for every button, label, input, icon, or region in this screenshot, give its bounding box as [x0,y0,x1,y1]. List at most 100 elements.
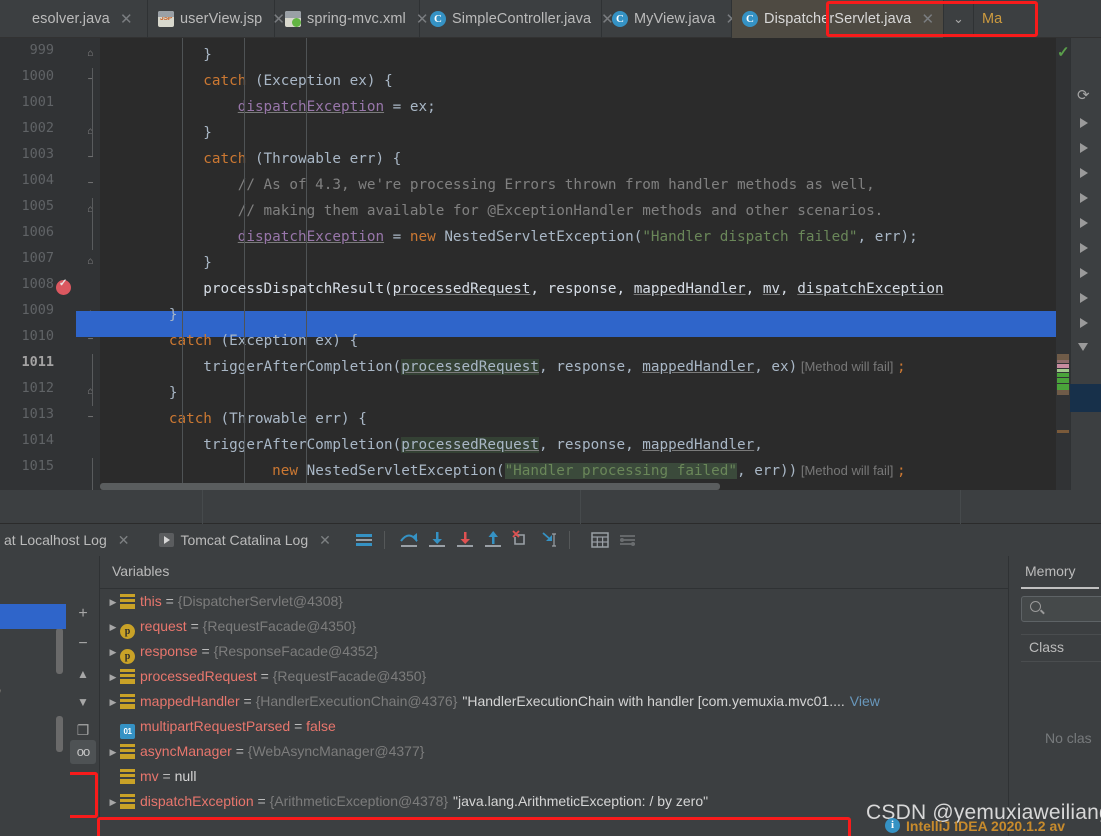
frame-list-item[interactable]: let (org.s [0,629,66,654]
watches-toggle-button[interactable]: oo [70,740,96,764]
code-fold-marker[interactable]: − [85,413,96,424]
evaluate-expression[interactable] [587,528,613,552]
code-text-area[interactable]: } catch (Exception ex) { dispatchExcepti… [100,38,1060,490]
frame-list-item[interactable]: (org.spri [0,729,66,754]
expand-arrow-icon[interactable]: ▶ [106,690,120,715]
move-down-button[interactable]: ▼ [71,690,95,714]
run-gutter-marker[interactable] [1080,293,1088,303]
inspection-ok-icon[interactable]: ✓ [1057,43,1070,61]
tab-memory[interactable]: Memory [1025,563,1076,579]
code-line: catch (Exception ex) { [100,328,358,354]
run-gutter-marker[interactable] [1080,218,1088,228]
editor-tab-esolver-java[interactable]: Cesolver.java✕ [0,0,148,38]
step-out[interactable] [480,528,506,552]
frame-list-item[interactable]: servlet.h [0,704,66,729]
variable-row[interactable]: ▶ asyncManager = {WebAsyncManager@4377} [100,739,1008,764]
code-fold-marker[interactable]: ⌂ [85,257,96,268]
run-gutter-marker[interactable] [1080,243,1088,253]
marker-stripe[interactable] [1057,364,1069,368]
code-fold-marker[interactable]: ⌂ [85,387,96,398]
reload-classes-icon[interactable]: ⟳ [1077,86,1090,104]
frame-list-item[interactable]: (org.sprin [0,679,66,704]
marker-stripe[interactable] [1057,378,1069,383]
expand-arrow-icon[interactable]: ▶ [106,740,120,765]
code-fold-marker[interactable]: − [85,153,96,164]
close-icon[interactable]: ✕ [120,12,133,27]
marker-stripe[interactable] [1057,369,1069,372]
force-step-into[interactable] [452,528,478,552]
frame-list-item[interactable]: rkServlet [0,654,66,679]
close-icon[interactable]: ✕ [118,532,130,549]
show-execution-point[interactable] [351,528,377,552]
code-fold-marker[interactable]: − [85,75,96,86]
close-icon[interactable]: ✕ [319,532,331,549]
variable-row[interactable]: ▶ p request = {RequestFacade@4350} [100,614,1008,639]
code-fold-marker[interactable]: ⌂ [85,49,96,60]
expand-arrow-icon[interactable]: ▶ [106,665,120,690]
marker-stripe[interactable] [1057,430,1069,433]
marker-stripe[interactable] [1057,390,1069,395]
expand-arrow-icon[interactable]: ▶ [106,590,120,615]
maven-tool-window-label[interactable]: Ma [974,0,1010,37]
variable-row[interactable]: mv = null [100,764,1008,789]
view-value-link[interactable]: View [850,693,880,709]
code-token: processDispatchResult( [100,281,393,297]
frames-panel[interactable]: ↓ ▼ ervlet (orlet (org.srkServlet(org.sp… [0,556,66,836]
variable-row[interactable]: ▶ this = {DispatcherServlet@4308} [100,589,1008,614]
run-gutter-marker[interactable] [1080,268,1088,278]
settings-filter[interactable] [615,528,641,552]
variable-row[interactable]: ▶ mappedHandler = {HandlerExecutionChain@… [100,689,1008,714]
breakpoint-icon[interactable] [56,278,71,295]
editor-tab-myview-java[interactable]: CMyView.java✕ [602,0,738,38]
step-over[interactable] [396,528,422,552]
run-gutter-marker-down[interactable] [1078,343,1088,351]
editor-horizontal-scrollbar[interactable] [100,483,1056,490]
step-into[interactable] [424,528,450,552]
code-editor[interactable]: 999 ⌂ 1000 − 1001 1002 ⌂ 1003 − 1004 − 1005 ⌂ 1006 100… [0,38,1101,490]
frame-list-item[interactable]: ervlet (or [0,604,66,629]
add-watch-button[interactable]: + [71,602,95,626]
variable-row[interactable]: ▶ processedRequest = {RequestFacade@4350} [100,664,1008,689]
editor-marker-bar[interactable] [1056,38,1070,490]
expand-arrow-icon[interactable]: ▶ [106,615,120,640]
variables-tab-header[interactable]: Variables [100,556,1008,589]
frame-list-item[interactable]: servlet.h [0,754,66,779]
indent-guide [182,38,183,490]
editor-tab-dispatcherservlet-java[interactable]: C DispatcherServlet.java ✕ [732,0,944,38]
code-fold-marker[interactable]: ⌂ [85,127,96,138]
editor-tab-spring-mvc-xml[interactable]: spring-mvc.xml ✕ [275,0,428,38]
toolbar-separator [383,531,385,549]
run-to-cursor[interactable] [536,528,562,552]
variables-tree[interactable]: ▶ this = {DispatcherServlet@4308} ▶ p reques… [100,589,1008,836]
variable-row[interactable]: 01 multipartRequestParsed = false [100,714,1008,739]
scrollbar-thumb[interactable] [100,483,720,490]
tab-variables[interactable]: Variables [112,563,169,579]
expand-arrow-icon[interactable]: ▶ [106,640,120,665]
code-fold-marker[interactable]: − [85,179,96,190]
frame-list-item[interactable]: nFilterCh [0,779,66,804]
editor-tab-simplecontroller-java[interactable]: C SimpleController.java ✕ [420,0,614,38]
memory-search-input[interactable] [1021,596,1101,622]
run-gutter-marker[interactable] [1080,193,1088,203]
variable-row[interactable]: ▶ p response = {ResponseFacade@4352} [100,639,1008,664]
run-gutter-marker[interactable] [1080,118,1088,128]
editor-tab-userview-jsp[interactable]: JSP userView.jsp ✕ [148,0,285,38]
code-line: triggerAfterCompletion(processedRequest,… [100,354,906,380]
run-gutter-marker[interactable] [1080,318,1088,328]
marker-stripe[interactable] [1057,360,1069,363]
drop-frame[interactable] [508,528,534,552]
debug-log-tab-0[interactable]: at Localhost Log ✕ [0,532,135,549]
remove-watch-button[interactable]: − [71,632,95,656]
chevron-down-icon[interactable]: ⌄ [944,0,974,37]
run-gutter-marker[interactable] [1080,168,1088,178]
editor-gutter[interactable]: 999 ⌂ 1000 − 1001 1002 ⌂ 1003 − 1004 − 1005 ⌂ 1006 100… [0,38,100,490]
editor-run-markers-bar[interactable] [1070,38,1101,490]
close-icon[interactable]: ✕ [921,12,934,27]
marker-stripe[interactable] [1057,373,1069,377]
run-gutter-marker[interactable] [1080,143,1088,153]
move-up-button[interactable]: ▲ [71,662,95,686]
debug-log-tab-1[interactable]: Tomcat Catalina Log ✕ [153,532,336,549]
expand-arrow-icon[interactable]: ▶ [106,790,120,815]
copy-value-button[interactable]: ❐ [71,718,95,742]
code-fold-marker[interactable]: ⌂ [85,205,96,216]
